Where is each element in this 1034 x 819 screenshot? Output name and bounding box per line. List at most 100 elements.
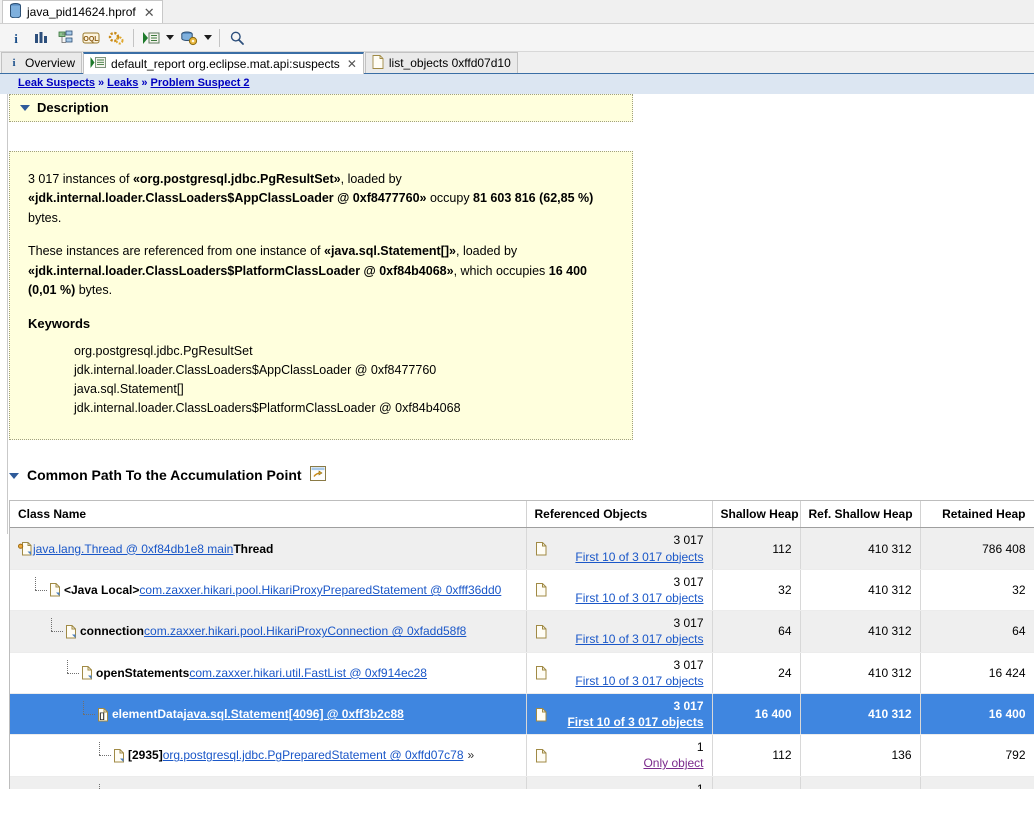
cell-referenced-objects[interactable]: 1Only object (526, 734, 713, 777)
description-paragraph-1: 3 017 instances of «org.postgresql.jdbc.… (28, 170, 618, 228)
tab-overview[interactable]: i Overview (1, 52, 83, 73)
keywords-list: org.postgresql.jdbc.PgResultSet jdk.inte… (74, 342, 618, 417)
tree-connector-icon (66, 659, 81, 680)
object-icon (113, 748, 126, 763)
query-browser-icon[interactable] (177, 26, 201, 50)
description-body: 3 017 instances of «org.postgresql.jdbc.… (9, 151, 633, 441)
toolbar: i OQL (0, 24, 1034, 52)
tab-list-objects-label: list_objects 0xffd07d10 (388, 56, 511, 70)
ref-objects-link[interactable]: First 10 of 3 017 objects (575, 674, 703, 688)
cell-shallow-heap: 32 (712, 569, 801, 612)
cell-class-name[interactable]: <Java Local> com.zaxxer.hikari.pool.Hika… (10, 569, 527, 612)
column-header-referenced-objects[interactable]: Referenced Objects (526, 501, 713, 529)
description-section-title: Description (37, 100, 109, 115)
cell-referenced-objects[interactable]: 3 017 First 10 of 3 017 objects (526, 569, 713, 612)
cell-referenced-objects[interactable]: 3 017 First 10 of 3 017 objects (526, 693, 713, 736)
editor-tab-heapdump[interactable]: java_pid14624.hprof ✕ (2, 0, 163, 23)
table-row[interactable]: [] elementData java.sql.Statement[4096] @… (10, 693, 1034, 736)
cell-class-name[interactable]: openStatements com.zaxxer.hikari.util.Fa… (10, 652, 527, 694)
list-icon (372, 54, 384, 72)
column-header-class-name[interactable]: Class Name (10, 501, 527, 529)
p1-bold-3: 81 603 816 (62,85 %) (473, 191, 594, 206)
cell-class-name[interactable]: connection com.zaxxer.hikari.pool.Hikari… (10, 610, 527, 653)
accumulation-section-header[interactable]: Common Path To the Accumulation Point (9, 466, 1034, 484)
breadcrumb-item-leak-suspects[interactable]: Leak Suspects (18, 77, 95, 89)
close-icon[interactable]: ✕ (347, 57, 357, 71)
field-name-label: [2935] (128, 748, 163, 763)
ref-count: 1 (696, 781, 704, 789)
keyword-item: jdk.internal.loader.ClassLoaders$AppClas… (74, 363, 437, 378)
ref-objects-link[interactable]: Only object (643, 756, 703, 770)
p1-text-1: 3 017 instances of (28, 172, 133, 186)
ref-count-block: 1Only object (556, 781, 704, 789)
search-icon[interactable] (225, 26, 249, 50)
tree-connector-icon (98, 742, 113, 762)
cell-referenced-objects[interactable]: 3 017 First 10 of 3 017 objects (526, 610, 713, 653)
object-link[interactable]: java.lang.Thread @ 0xf84db1e8 main (33, 542, 233, 556)
ref-objects-link[interactable]: First 10 of 3 017 objects (575, 591, 703, 605)
cell-ref-shallow-heap: 410 312 (800, 569, 921, 612)
tree-connector-icon (34, 576, 49, 597)
query-dropdown-arrow-icon[interactable] (202, 26, 214, 50)
chevron-down-icon[interactable] (20, 104, 30, 111)
field-name-label: <Java Local> (64, 582, 140, 597)
ref-count-block: 3 017 First 10 of 3 017 objects (556, 574, 703, 606)
close-icon[interactable]: ✕ (144, 6, 155, 19)
breadcrumb-item-leaks[interactable]: Leaks (107, 77, 138, 89)
table-row[interactable]: java.lang.Thread @ 0xf84db1e8 main Threa… (10, 527, 1034, 570)
object-link[interactable]: org.postgresql.jdbc.PgPreparedStatement … (163, 748, 464, 762)
histogram-icon[interactable] (29, 26, 53, 50)
run-expert-system-icon[interactable] (139, 26, 163, 50)
cell-ref-shallow-heap: 410 312 (800, 693, 921, 736)
ref-doc-icon (535, 665, 548, 680)
ref-objects-link[interactable]: First 10 of 3 017 objects (567, 715, 703, 729)
object-link[interactable]: com.zaxxer.hikari.util.FastList @ 0xf914… (189, 666, 427, 680)
object-link[interactable]: com.zaxxer.hikari.pool.HikariProxyPrepar… (139, 583, 501, 597)
editor-tab-label: java_pid14624.hprof (27, 5, 136, 19)
object-link[interactable]: java.sql.Statement[4096] @ 0xff3b2c88 (183, 707, 403, 721)
table-row[interactable]: [3013] org.postgresql.jdbc.PgPreparedSta… (10, 776, 1034, 789)
leak-report-icon[interactable] (104, 26, 128, 50)
table-row[interactable]: connection com.zaxxer.hikari.pool.Hikari… (10, 610, 1034, 653)
column-header-retained-heap[interactable]: Retained Heap (920, 501, 1034, 529)
heapdump-icon (9, 3, 22, 21)
cell-referenced-objects[interactable]: 3 017 First 10 of 3 017 objects (526, 652, 713, 694)
run-dropdown-arrow-icon[interactable] (164, 26, 176, 50)
cell-referenced-objects[interactable]: 1Only object (526, 776, 713, 789)
ref-objects-link[interactable]: First 10 of 3 017 objects (575, 550, 703, 564)
column-header-ref-shallow-heap[interactable]: Ref. Shallow Heap (800, 501, 921, 529)
table-row[interactable]: openStatements com.zaxxer.hikari.util.Fa… (10, 652, 1034, 694)
cell-retained-heap: 32 (920, 569, 1034, 612)
dominator-tree-icon[interactable] (54, 26, 78, 50)
cell-ref-shallow-heap: 410 312 (800, 610, 921, 653)
ref-objects-link[interactable]: First 10 of 3 017 objects (575, 632, 703, 646)
p2-bold-2: «jdk.internal.loader.ClassLoaders$Platfo… (28, 263, 454, 278)
accumulation-section-title: Common Path To the Accumulation Point (27, 467, 302, 484)
column-header-shallow-heap[interactable]: Shallow Heap (712, 501, 801, 529)
tree-connector-icon (50, 618, 65, 638)
overview-info-icon[interactable]: i (4, 26, 28, 50)
toolbar-separator-2 (219, 28, 220, 47)
field-name-label: elementData (112, 707, 184, 722)
tab-default-report[interactable]: default_report org.eclipse.mat.api:suspe… (83, 52, 364, 74)
tab-list-objects[interactable]: list_objects 0xffd07d10 (364, 52, 518, 73)
cell-class-name[interactable]: [3013] org.postgresql.jdbc.PgPreparedSta… (10, 776, 527, 789)
svg-text:i: i (12, 57, 15, 68)
breadcrumb-item-problem-suspect-2[interactable]: Problem Suspect 2 (151, 77, 250, 89)
cell-class-name[interactable]: [2935] org.postgresql.jdbc.PgPreparedSta… (10, 734, 527, 777)
report-icon (90, 56, 106, 72)
export-table-icon[interactable] (309, 466, 326, 484)
tab-overview-label: Overview (25, 56, 76, 70)
chevron-down-icon[interactable] (9, 473, 19, 480)
cell-class-name[interactable]: java.lang.Thread @ 0xf84db1e8 main Threa… (10, 527, 527, 570)
oql-icon[interactable]: OQL (79, 26, 103, 50)
cell-class-name[interactable]: [] elementData java.sql.Statement[4096] @… (10, 693, 527, 736)
table-row[interactable]: <Java Local> com.zaxxer.hikari.pool.Hika… (10, 569, 1034, 612)
object-icon (49, 582, 62, 597)
object-link[interactable]: com.zaxxer.hikari.pool.HikariProxyConnec… (144, 624, 466, 638)
cell-referenced-objects[interactable]: 3 017 First 10 of 3 017 objects (526, 527, 713, 570)
table-row[interactable]: [2935] org.postgresql.jdbc.PgPreparedSta… (10, 734, 1034, 777)
description-section-header[interactable]: Description (9, 94, 633, 122)
